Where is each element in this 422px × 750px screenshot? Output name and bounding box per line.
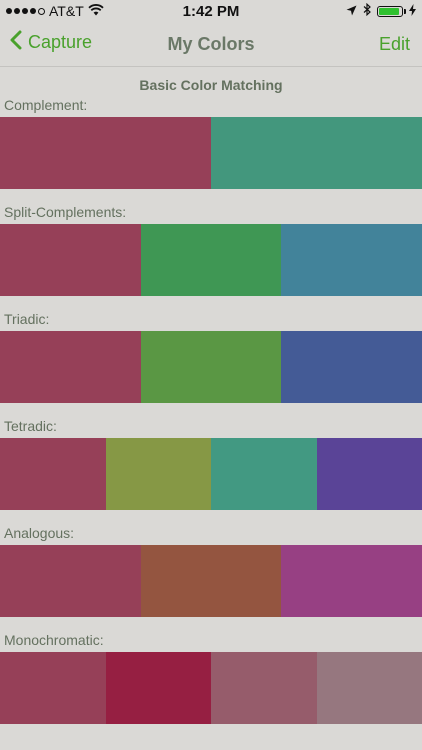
navigation-bar: Capture My Colors Edit [0, 22, 422, 67]
color-swatch[interactable] [211, 117, 422, 189]
color-swatch[interactable] [316, 438, 422, 510]
swatch-row-complement [0, 117, 422, 189]
battery-level [379, 7, 399, 15]
swatch-row-split-complements [0, 224, 422, 296]
color-swatch[interactable] [105, 438, 211, 510]
swatch-row-analogous [0, 545, 422, 617]
color-swatch[interactable] [105, 652, 211, 724]
color-swatch[interactable] [0, 545, 141, 617]
color-swatch[interactable] [316, 652, 422, 724]
color-swatch[interactable] [0, 652, 106, 724]
page-title: My Colors [167, 34, 255, 54]
scheme-label-complement: Complement: [4, 97, 88, 113]
battery-icon [377, 5, 406, 17]
color-swatch[interactable] [140, 331, 282, 403]
scheme-label-monochromatic: Monochromatic: [4, 632, 104, 648]
edit-button[interactable]: Edit [379, 34, 410, 55]
color-swatch[interactable] [140, 545, 282, 617]
section-heading: Basic Color Matching [139, 77, 283, 93]
scheme-label-tetradic: Tetradic: [4, 418, 57, 434]
color-swatch[interactable] [0, 331, 141, 403]
color-swatch[interactable] [281, 331, 422, 403]
swatch-row-triadic [0, 331, 422, 403]
color-swatch[interactable] [0, 438, 106, 510]
screen: AT&T 1:42 PM Capture My Colors Edit Basi… [0, 0, 422, 750]
bluetooth-icon [363, 2, 371, 19]
swatch-row-monochromatic [0, 652, 422, 724]
status-bar: AT&T 1:42 PM [0, 0, 422, 22]
color-swatch[interactable] [0, 117, 211, 189]
scheme-label-analogous: Analogous: [4, 525, 75, 541]
color-swatch[interactable] [281, 224, 422, 296]
color-swatch[interactable] [211, 438, 317, 510]
color-swatch[interactable] [211, 652, 317, 724]
color-swatch[interactable] [140, 224, 282, 296]
scheme-label-split-complements: Split-Complements: [4, 204, 127, 220]
color-swatch[interactable] [0, 224, 141, 296]
location-arrow-icon [346, 3, 357, 19]
swatch-row-tetradic [0, 438, 422, 510]
charging-bolt-icon [409, 3, 416, 19]
scheme-label-triadic: Triadic: [4, 311, 50, 327]
status-right [346, 2, 416, 19]
color-swatch[interactable] [281, 545, 422, 617]
